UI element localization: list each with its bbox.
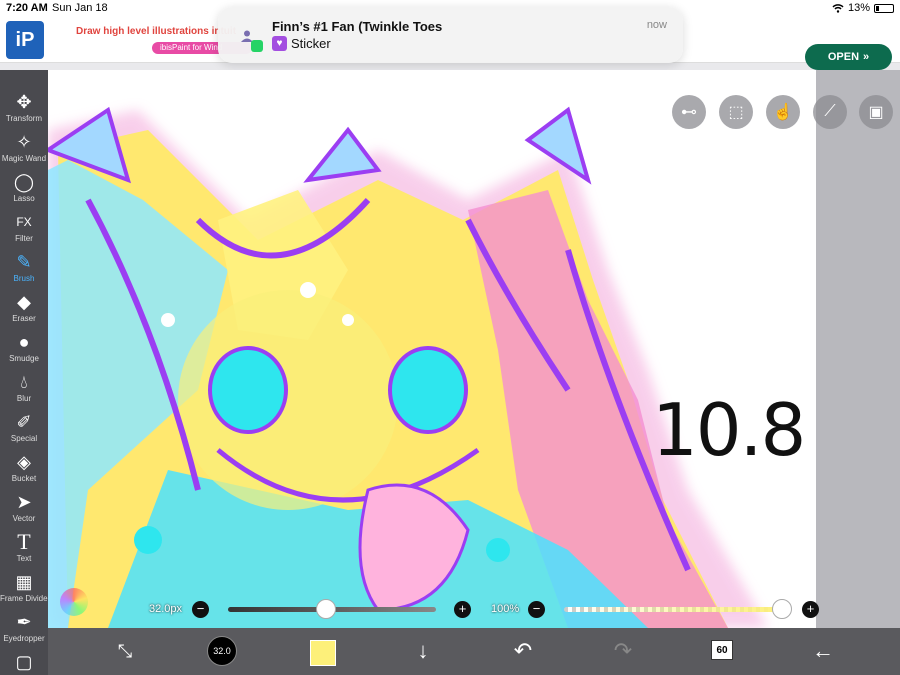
vector-icon: ➤ xyxy=(16,492,32,512)
notification-message-text: Sticker xyxy=(291,36,331,51)
redo-icon[interactable]: ↷ xyxy=(608,638,638,664)
tool-label: Blur xyxy=(16,394,32,403)
magic-wand-icon: ✧ xyxy=(16,132,32,152)
tool-label: Magic Wand xyxy=(1,154,47,163)
tool-label: Brush xyxy=(13,274,35,283)
ad-open-label: OPEN xyxy=(827,51,860,63)
tool-label: Eraser xyxy=(12,314,36,323)
tool-vector[interactable]: ➤ Vector xyxy=(0,490,48,530)
tool-label: Smudge xyxy=(9,354,39,363)
whatsapp-icon xyxy=(251,40,263,52)
canvas-margin xyxy=(816,70,900,628)
wifi-icon xyxy=(832,4,844,13)
notification-time: now xyxy=(646,19,667,31)
tool-label: Frame Divider xyxy=(0,594,51,603)
eyedropper-icon: ✒ xyxy=(16,612,32,632)
ruler-icon[interactable]: ⟋ xyxy=(813,95,847,129)
brush-opacity-knob[interactable] xyxy=(772,599,792,619)
tool-label: Vector xyxy=(12,514,36,523)
tool-bucket[interactable]: ◈ Bucket xyxy=(0,450,48,490)
touch-icon[interactable]: ☝ xyxy=(766,95,800,129)
heart-icon: ♥ xyxy=(272,36,287,51)
battery-icon xyxy=(874,3,894,13)
special-icon: ✐ xyxy=(16,412,32,432)
tool-label: Text xyxy=(16,554,32,563)
brush-opacity-label: 100% xyxy=(491,603,520,615)
tool-magic-wand[interactable]: ✧ Magic Wand xyxy=(0,130,48,170)
layers-count: 60 xyxy=(716,645,728,656)
brush-opacity-minus-icon[interactable]: − xyxy=(528,601,545,618)
download-icon[interactable]: ↓ xyxy=(408,638,438,664)
lasso-icon: ◯ xyxy=(13,172,35,192)
toggle-icon[interactable]: ⊷ xyxy=(672,95,706,129)
selection-icon[interactable]: ⬚ xyxy=(719,95,753,129)
status-time: 7:20 AM xyxy=(6,2,48,14)
battery-percent: 13% xyxy=(847,2,870,14)
artwork xyxy=(48,106,768,628)
reference-image-icon[interactable]: ▣ xyxy=(859,95,893,129)
ad-open-button[interactable]: OPEN» xyxy=(805,44,892,70)
status-date: Sun Jan 18 xyxy=(52,2,108,14)
text-icon: T xyxy=(17,529,31,554)
notification-banner[interactable]: Finn’s #1 Fan (Twinkle Toes ♥ Sticker now xyxy=(218,7,683,63)
undo-icon[interactable]: ↶ xyxy=(508,638,538,664)
bucket-icon: ◈ xyxy=(17,452,31,472)
brush-opacity-slider[interactable] xyxy=(564,607,782,612)
tool-eyedropper[interactable]: ✒ Eyedropper xyxy=(0,610,48,650)
smudge-icon: ● xyxy=(18,332,30,352)
fx-icon: FX xyxy=(16,215,32,229)
tool-eraser[interactable]: ◆ Eraser xyxy=(0,290,48,330)
tool-filter[interactable]: FX Filter xyxy=(0,210,48,250)
notification-title: Finn’s #1 Fan (Twinkle Toes xyxy=(272,19,443,34)
ad-headline: Draw high level illustrations intuit xyxy=(76,26,236,37)
brush-opacity-plus-icon[interactable]: + xyxy=(802,601,819,618)
tool-smudge[interactable]: ● Smudge xyxy=(0,330,48,370)
canvas-icon: ▢ xyxy=(15,652,33,672)
chevrons-right-icon: » xyxy=(863,51,870,63)
tool-lasso[interactable]: ◯ Lasso xyxy=(0,170,48,210)
tool-label: Lasso xyxy=(13,194,35,203)
tool-blur[interactable]: 💧︎ Blur xyxy=(0,370,48,410)
brush-controls: 32.0px − + 100% − + xyxy=(48,588,900,622)
swap-tool-icon[interactable]: ⤡ xyxy=(110,638,140,664)
tool-text[interactable]: T Text xyxy=(0,530,48,570)
brush-size-value: 32.0 xyxy=(213,646,231,656)
tool-sidebar: ✥ Transform ✧ Magic Wand ◯ Lasso FX Filter ✎… xyxy=(0,70,51,675)
tool-label: Bucket xyxy=(11,474,37,483)
notification-message: ♥ Sticker xyxy=(272,36,331,51)
brush-size-button[interactable]: 32.0 xyxy=(207,636,237,666)
tool-brush[interactable]: ✎ Brush xyxy=(0,250,48,290)
status-right: 13% xyxy=(832,2,894,14)
brush-size-plus-icon[interactable]: + xyxy=(454,601,471,618)
tool-canvas[interactable]: ▢ xyxy=(0,650,48,675)
move-icon: ✥ xyxy=(16,92,32,112)
color-wheel-icon[interactable] xyxy=(60,588,88,616)
brush-size-minus-icon[interactable]: − xyxy=(192,601,209,618)
ad-logo: iP xyxy=(6,21,44,59)
brush-size-knob[interactable] xyxy=(315,599,336,619)
frame-divider-icon: ▦ xyxy=(15,572,33,592)
brush-size-label: 32.0px xyxy=(149,603,183,615)
brush-icon: ✎ xyxy=(16,252,32,272)
canvas-handwritten-text: 10.8 xyxy=(652,388,806,472)
tool-special[interactable]: ✐ Special xyxy=(0,410,48,450)
color-swatch[interactable] xyxy=(310,640,336,666)
tool-label: Special xyxy=(10,434,38,443)
bottom-toolbar: ⤡ 32.0 ↓ ↶ ↷ 60 ← xyxy=(48,628,900,675)
drawing-canvas[interactable]: 10.8 xyxy=(48,70,816,628)
tool-transform[interactable]: ✥ Transform xyxy=(0,90,48,130)
tool-label: Transform xyxy=(5,114,43,123)
tool-frame-divider[interactable]: ▦ Frame Divider xyxy=(0,570,51,610)
layers-button[interactable]: 60 xyxy=(711,640,733,660)
tool-label: Eyedropper xyxy=(3,634,45,643)
eraser-icon: ◆ xyxy=(17,292,31,312)
blur-icon: 💧︎ xyxy=(20,372,28,392)
tool-label: Filter xyxy=(15,234,33,243)
back-arrow-icon[interactable]: ← xyxy=(808,638,838,664)
